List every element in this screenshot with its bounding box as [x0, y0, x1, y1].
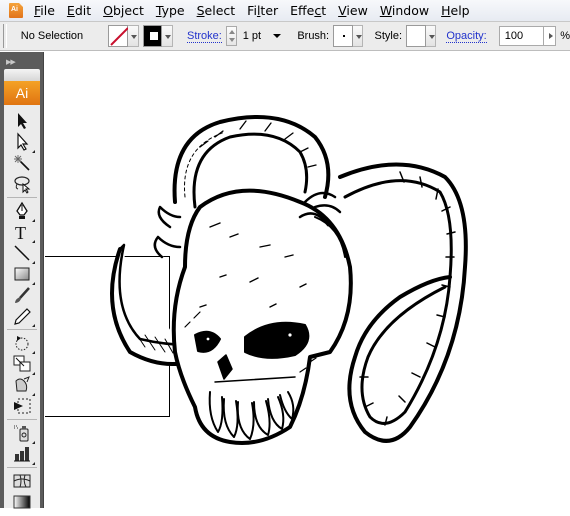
menu-window[interactable]: Window — [375, 3, 434, 18]
tool-separator — [7, 419, 37, 420]
warp-tool[interactable] — [12, 375, 35, 396]
menu-file[interactable]: File — [29, 3, 60, 18]
brush-label: Brush: — [297, 30, 330, 42]
stroke-color-dropdown-button[interactable] — [162, 25, 173, 47]
magic-wand-tool[interactable] — [12, 153, 32, 173]
menu-mnemonic: F — [34, 3, 41, 18]
menu-mnemonic: E — [66, 3, 75, 18]
stroke-weight-spinner[interactable] — [225, 26, 237, 46]
pencil-icon — [14, 308, 31, 325]
menu-type[interactable]: Type — [151, 3, 190, 18]
stroke-swatch[interactable] — [142, 25, 163, 47]
tools-panel-body: Ai T — [4, 81, 40, 509]
rectangle-icon — [14, 267, 30, 281]
menu-edit[interactable]: Edit — [62, 3, 96, 18]
symbol-sprayer-icon — [14, 425, 29, 442]
rotate-tool[interactable] — [12, 333, 35, 354]
graphic-style-swatch[interactable] — [406, 25, 426, 47]
paintbrush-icon — [15, 287, 30, 303]
opacity-unit: % — [560, 30, 570, 42]
magic-wand-icon — [14, 155, 30, 171]
paintbrush-tool[interactable] — [12, 285, 32, 305]
scale-icon — [13, 355, 31, 372]
style-label: Style: — [374, 30, 402, 42]
menu-mnemonic: c — [314, 3, 322, 18]
illustrator-logo[interactable]: Ai — [4, 81, 40, 105]
collapse-panel-icon[interactable]: ▶▶ — [6, 58, 16, 66]
ram-skull-illustration[interactable] — [100, 107, 570, 507]
svg-text:T: T — [15, 223, 26, 242]
type-tool[interactable]: T — [12, 222, 35, 243]
gradient-tool[interactable] — [12, 492, 32, 512]
tools-panel: ▶▶ Ai T — [0, 52, 44, 509]
tool-separator — [7, 197, 37, 198]
symbol-sprayer-tool[interactable] — [12, 423, 35, 444]
tool-separator — [7, 467, 37, 468]
style-dropdown-button[interactable] — [425, 25, 437, 47]
line-segment-icon — [14, 245, 30, 261]
document-canvas[interactable] — [45, 52, 570, 508]
tool-separator — [7, 329, 37, 330]
lasso-icon — [14, 176, 31, 194]
brush-definition-swatch[interactable] — [333, 25, 353, 47]
pencil-tool[interactable] — [12, 306, 35, 327]
hollow-arrow-icon — [17, 132, 29, 151]
menu-view[interactable]: View — [333, 3, 373, 18]
warp-icon — [15, 376, 30, 392]
column-graph-tool[interactable] — [12, 444, 35, 465]
free-transform-icon — [14, 398, 31, 414]
chevron-down-icon — [273, 34, 282, 38]
gradient-icon — [13, 495, 31, 509]
illustrator-app-icon[interactable]: Ai — [9, 3, 23, 18]
menu-help[interactable]: Help — [436, 3, 475, 18]
tools-panel-header[interactable] — [4, 69, 40, 81]
opacity-slider-button[interactable] — [543, 26, 557, 46]
menu-bar: Ai File Edit Object Type Select Filter E… — [0, 0, 570, 21]
menu-select[interactable]: Select — [192, 3, 241, 18]
no-fill-icon — [110, 27, 129, 46]
fill-dropdown-button[interactable] — [127, 25, 139, 47]
stroke-weight-value: 1 pt — [242, 30, 262, 42]
skull — [171, 188, 353, 445]
menu-mnemonic: S — [196, 3, 205, 18]
line-segment-tool[interactable] — [12, 243, 35, 264]
mesh-tool[interactable] — [12, 471, 32, 491]
column-graph-icon — [14, 447, 30, 462]
right-ring-horn — [338, 162, 468, 443]
free-transform-tool[interactable] — [12, 396, 32, 416]
brush-dropdown-button[interactable] — [352, 25, 364, 47]
scale-tool[interactable] — [12, 354, 35, 375]
menu-mnemonic: l — [256, 3, 261, 18]
menu-mnemonic: H — [441, 3, 451, 18]
control-bar: No Selection Stroke: 1 pt Brush: Style: … — [0, 21, 570, 51]
menu-filter[interactable]: Filter — [242, 3, 283, 18]
rectangle-tool[interactable] — [12, 264, 35, 285]
opacity-panel-link[interactable]: Opacity: — [446, 30, 487, 43]
pen-nib-icon — [16, 201, 28, 219]
menu-effect[interactable]: Effect — [285, 3, 331, 18]
menu-mnemonic: V — [338, 3, 347, 18]
selection-tool[interactable] — [12, 111, 32, 131]
stroke-panel-link[interactable]: Stroke: — [187, 30, 222, 43]
direct-selection-tool[interactable] — [12, 132, 35, 153]
rotate-icon — [15, 336, 29, 351]
menu-object[interactable]: Object — [98, 3, 149, 18]
arrow-pointer-icon — [18, 113, 27, 129]
pen-tool[interactable] — [12, 201, 35, 222]
opacity-input[interactable]: 100 — [498, 26, 544, 46]
menu-mnemonic: O — [103, 3, 113, 18]
control-bar-grip[interactable] — [3, 24, 7, 48]
menu-mnemonic: W — [379, 3, 392, 18]
mesh-icon — [13, 474, 31, 488]
type-t-icon: T — [15, 223, 26, 243]
selection-status: No Selection — [20, 30, 84, 42]
fill-swatch[interactable] — [108, 25, 129, 47]
stroke-weight-dropdown[interactable]: 1 pt — [243, 26, 284, 46]
menu-mnemonic: T — [155, 3, 162, 18]
lasso-tool[interactable] — [12, 174, 32, 194]
